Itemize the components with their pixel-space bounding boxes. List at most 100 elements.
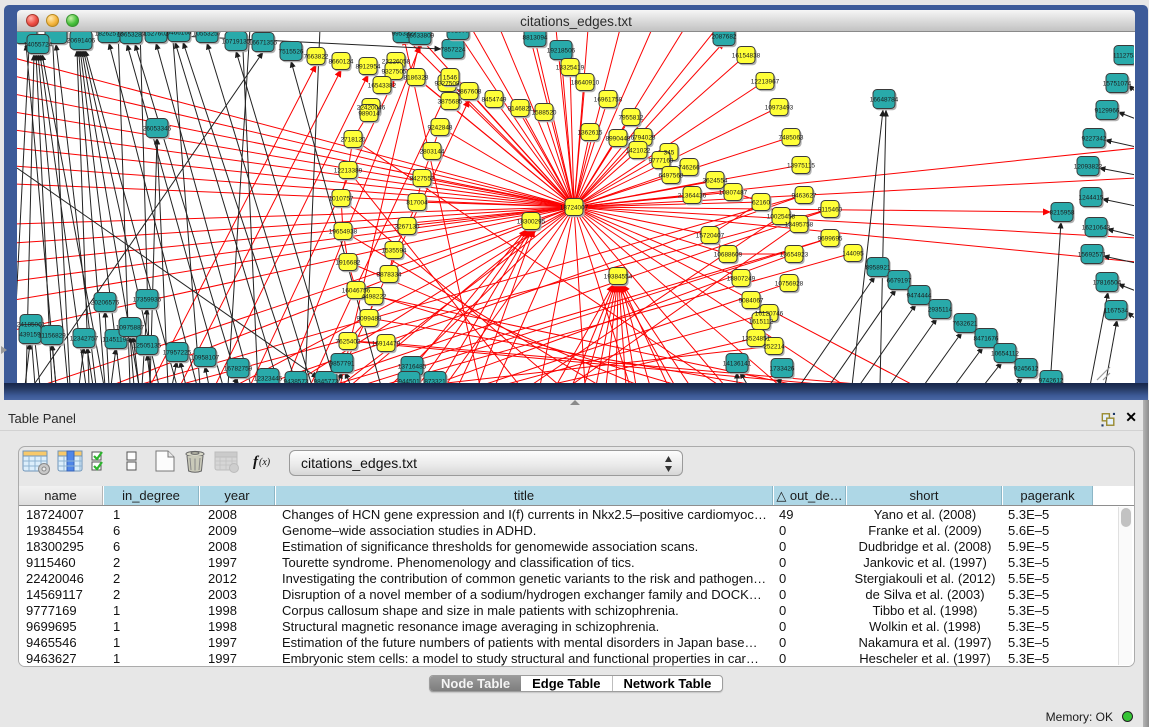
svg-text:10975887: 10975887 [116,325,145,332]
svg-text:9115460: 9115460 [818,207,843,214]
svg-text:19218506: 19218506 [547,48,576,55]
svg-text:16648784: 16648784 [870,97,899,104]
svg-text:1733426: 1733426 [770,366,795,373]
svg-text:62160: 62160 [752,200,770,207]
svg-text:9146821: 9146821 [508,106,533,113]
svg-text:989014: 989014 [358,111,380,118]
svg-text:8660124: 8660124 [329,59,354,66]
svg-text:11451194: 11451194 [102,337,130,344]
svg-text:1615112: 1615112 [749,319,774,326]
svg-text:16120746: 16120746 [755,311,784,318]
svg-text:17359936: 17359936 [133,297,162,304]
svg-text:9327508: 9327508 [435,81,460,88]
svg-text:16671355: 16671355 [249,40,278,47]
svg-text:16782759: 16782759 [224,366,253,373]
svg-text:7485063: 7485063 [779,135,804,142]
svg-text:20206576: 20206576 [91,300,120,307]
svg-text:8471676: 8471676 [974,336,999,343]
svg-text:13654923: 13654923 [780,252,809,259]
svg-text:13495758: 13495758 [785,222,814,229]
svg-text:12093822: 12093822 [1074,164,1103,171]
svg-text:881309: 881309 [447,32,469,35]
svg-text:16210643: 16210643 [1082,225,1111,232]
svg-text:24185061: 24185061 [17,322,46,329]
svg-text:345: 345 [664,150,675,157]
svg-text:9474444: 9474444 [907,293,932,300]
svg-text:8215958: 8215958 [1050,210,1075,217]
svg-text:9699695: 9699695 [818,236,843,243]
svg-text:1916682: 1916682 [336,260,361,267]
svg-text:16543382: 16543382 [368,83,397,90]
svg-text:14136141: 14136141 [723,361,752,368]
svg-text:9245612: 9245612 [1014,366,1039,373]
svg-text:1010757: 1010757 [329,196,354,203]
svg-text:15692571: 15692571 [1078,252,1107,259]
svg-text:16914479: 16914479 [372,341,401,348]
svg-text:(x): (x) [259,457,271,468]
svg-text:16033809: 16033809 [406,33,435,40]
svg-text:1244415: 1244415 [1079,195,1104,202]
svg-text:3624554: 3624554 [703,178,728,185]
svg-text:2718120: 2718120 [341,137,366,144]
svg-text:2935114: 2935114 [928,307,953,314]
svg-text:1535594: 1535594 [382,248,407,255]
svg-text:15751074: 15751074 [1103,81,1132,88]
svg-text:144095: 144095 [842,251,864,258]
svg-text:2803144: 2803144 [420,149,445,156]
svg-text:8427552: 8427552 [410,176,435,183]
svg-text:7663822: 7663822 [304,54,329,61]
svg-text:13975115: 13975115 [787,163,815,170]
svg-text:1527602: 1527602 [144,32,169,38]
svg-text:15720407: 15720407 [696,233,725,240]
svg-text:1112753: 1112753 [1113,53,1134,60]
svg-text:7632621: 7632621 [953,321,978,328]
svg-text:9857791: 9857791 [330,361,355,368]
svg-text:12342757: 12342757 [70,336,99,343]
svg-text:8990448: 8990448 [606,136,631,143]
svg-text:1588520: 1588520 [532,110,557,117]
svg-text:10756928: 10756928 [775,281,804,288]
svg-text:6466160: 6466160 [167,32,192,37]
svg-text:14055724: 14055724 [24,42,53,49]
svg-text:9242848: 9242848 [428,125,453,132]
svg-text:12213967: 12213967 [751,79,780,86]
svg-text:12505135: 12505135 [133,343,162,350]
svg-text:2867608: 2867608 [457,89,482,96]
svg-text:8958921: 8958921 [866,265,891,272]
svg-text:18640910: 18640910 [571,80,600,87]
svg-text:10958107: 10958107 [191,355,220,362]
svg-text:817004: 817004 [406,200,428,207]
svg-text:3875685: 3875685 [438,99,463,106]
svg-text:746266: 746266 [678,165,700,172]
svg-text:11156829: 11156829 [38,333,66,340]
svg-text:9227342: 9227342 [1082,136,1107,143]
svg-text:8813094: 8813094 [523,35,548,42]
svg-text:13524851: 13524851 [742,336,771,343]
svg-text:10688609: 10688609 [714,252,743,259]
svg-text:10719135: 10719135 [222,39,251,46]
svg-text:8454749: 8454749 [482,97,507,104]
svg-text:252214: 252214 [763,344,785,351]
svg-text:6794028: 6794028 [631,135,656,142]
svg-text:18300295: 18300295 [517,219,546,226]
svg-text:1167534: 1167534 [1104,308,1129,315]
svg-text:4498222: 4498222 [362,294,387,301]
svg-text:13716485: 13716485 [398,364,427,371]
svg-text:9777169: 9777169 [649,158,674,165]
svg-text:17816504: 17816504 [1093,280,1122,287]
svg-text:18724007: 18724007 [560,205,589,212]
svg-text:10807487: 10807487 [719,190,748,197]
svg-text:1362615: 1362615 [578,130,603,137]
svg-text:8912954: 8912954 [356,64,381,71]
svg-text:26053346: 26053346 [143,126,172,133]
svg-text:9129966: 9129966 [1095,108,1120,115]
svg-text:10653287: 10653287 [117,32,146,39]
svg-text:17957225: 17957225 [163,350,192,357]
svg-text:6679197: 6679197 [887,278,912,285]
svg-text:20691406: 20691406 [67,38,96,45]
svg-text:7955812: 7955812 [619,115,644,122]
svg-text:2087682: 2087682 [712,34,737,41]
svg-text:12323446: 12323446 [254,376,283,383]
svg-text:8878334: 8878334 [377,272,402,279]
svg-text:13325419: 13325419 [556,65,585,72]
